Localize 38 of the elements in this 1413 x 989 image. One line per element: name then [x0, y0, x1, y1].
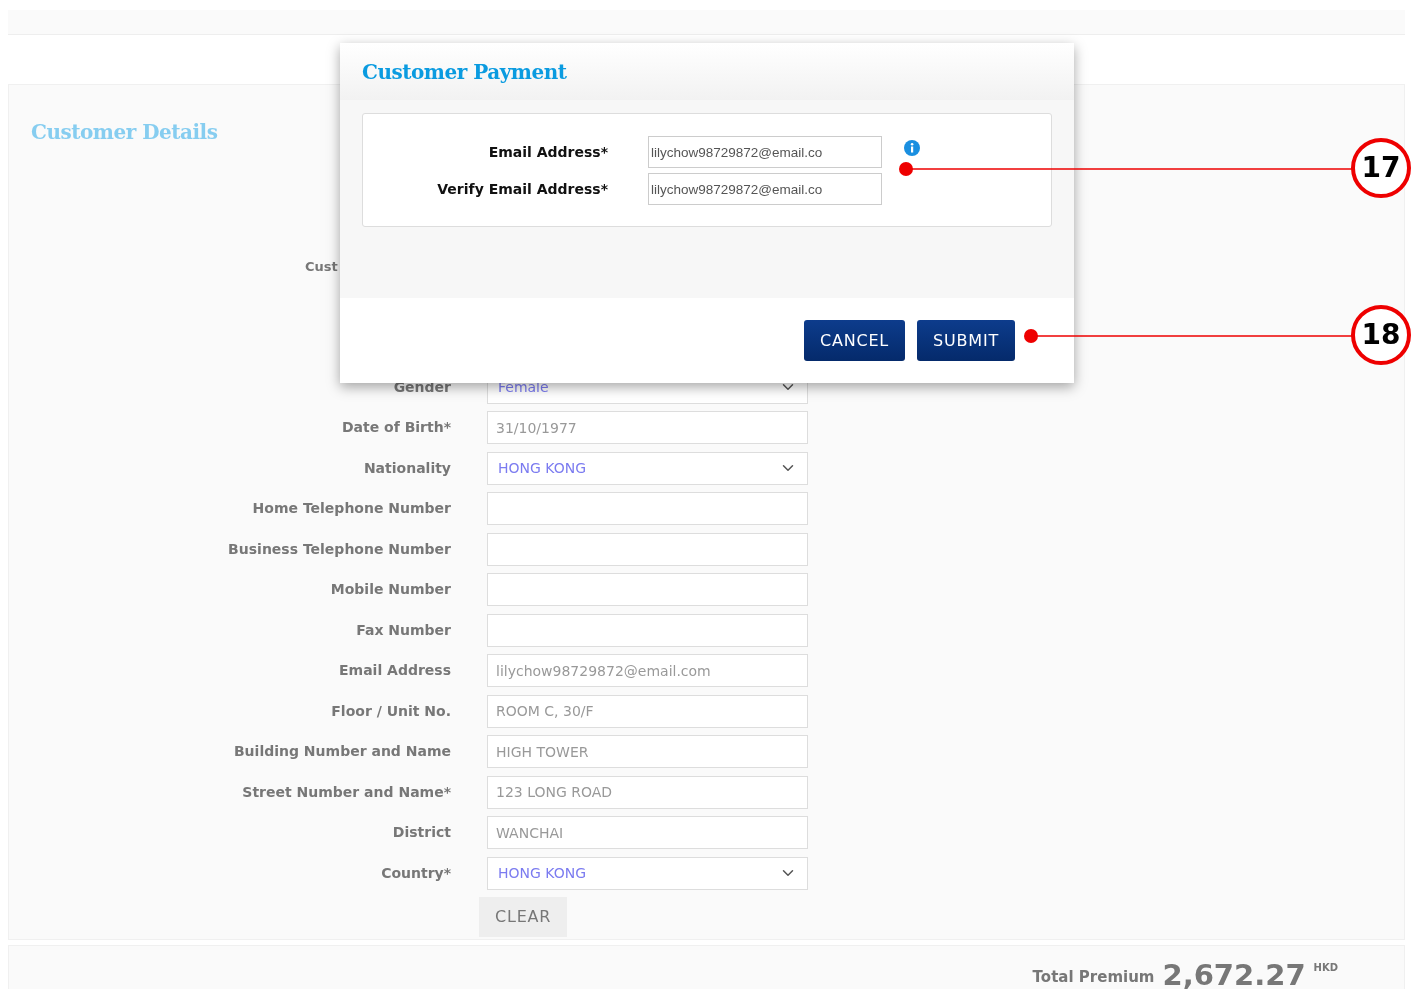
cancel-button[interactable]: CANCEL — [803, 320, 906, 361]
email-field[interactable]: lilychow98729872@email.co — [648, 173, 882, 205]
field-label: District — [392, 823, 451, 842]
input-field[interactable]: 31/10/1977 — [487, 411, 808, 444]
input-field[interactable]: ROOM C, 30/F — [487, 694, 808, 728]
field-label: Nationality — [363, 458, 451, 478]
field-label: Business Telephone Number — [228, 539, 451, 559]
input-field[interactable]: WANCHAI — [487, 816, 808, 849]
input-field[interactable] — [487, 492, 808, 525]
field-label: Verify Email Address* — [437, 179, 608, 199]
dialog-title: Customer Payment — [362, 58, 567, 86]
field-label: Mobile Number — [330, 580, 451, 599]
field-label: Cust — [305, 258, 338, 274]
input-field[interactable]: HIGH TOWER — [487, 735, 808, 768]
currency-label: HKD — [1313, 961, 1338, 975]
field-label: Email Address* — [488, 142, 608, 162]
email-field[interactable]: lilychow98729872@email.co — [648, 136, 882, 168]
field-label: Street Number and Name* — [242, 782, 451, 802]
total-label: Total Premium — [1032, 967, 1155, 988]
input-field[interactable]: lilychow98729872@email.com — [487, 654, 808, 687]
total-amount: 2,672.27 — [1162, 957, 1306, 989]
field-label: Building Number and Name — [233, 742, 451, 761]
dropdown[interactable]: HONG KONG — [487, 451, 808, 485]
input-field[interactable]: 123 LONG ROAD — [487, 775, 808, 809]
input-field[interactable] — [487, 573, 808, 606]
field-label: Floor / Unit No. — [331, 701, 451, 721]
input-field[interactable] — [487, 613, 808, 647]
submit-button[interactable]: SUBMIT — [917, 320, 1015, 361]
field-label: Fax Number — [356, 620, 451, 640]
field-label: Country* — [381, 863, 451, 883]
clear-button[interactable]: CLEAR — [479, 896, 568, 937]
input-field[interactable] — [487, 532, 808, 566]
section-title: Customer Details — [31, 119, 219, 146]
dropdown[interactable]: HONG KONG — [487, 856, 808, 890]
field-label: Home Telephone Number — [252, 499, 451, 518]
field-label: Date of Birth* — [341, 418, 451, 437]
field-label: Gender — [393, 377, 451, 397]
field-label: Email Address — [339, 661, 451, 680]
